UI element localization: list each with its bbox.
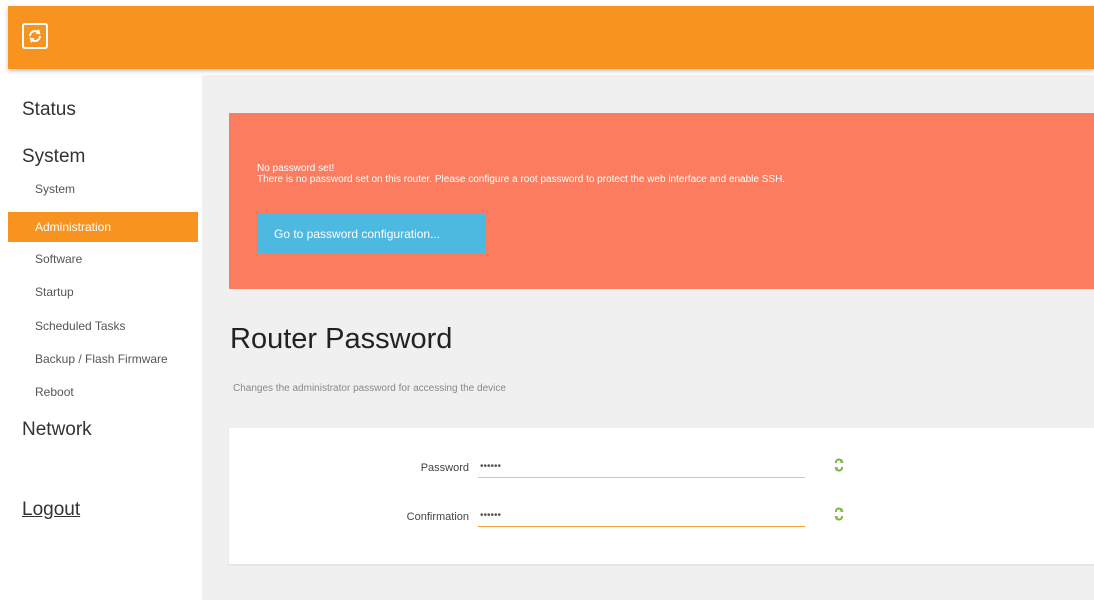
reveal-confirmation-icon[interactable] <box>834 507 844 521</box>
nav-section-system[interactable]: System <box>22 146 85 168</box>
go-to-password-configuration-button[interactable]: Go to password configuration... <box>257 214 486 254</box>
nav-section-network[interactable]: Network <box>22 419 92 441</box>
page-title: Router Password <box>230 323 453 355</box>
alert-title: No password set! <box>257 163 335 174</box>
nav-item-administration[interactable]: Administration <box>8 212 198 242</box>
password-input[interactable] <box>478 455 805 478</box>
nav-item-backup-flash-firmware[interactable]: Backup / Flash Firmware <box>35 352 168 366</box>
main-content: No password set! There is no password se… <box>202 75 1094 600</box>
sidebar: Status System System Administration Soft… <box>8 75 198 600</box>
header-bar <box>8 6 1094 69</box>
password-label: Password <box>420 462 469 474</box>
logout-link[interactable]: Logout <box>22 499 80 521</box>
nav-item-scheduled-tasks[interactable]: Scheduled Tasks <box>35 319 126 333</box>
nav-item-startup[interactable]: Startup <box>35 285 74 299</box>
no-password-alert: No password set! There is no password se… <box>229 113 1094 289</box>
nav-section-status[interactable]: Status <box>22 99 76 121</box>
confirmation-label: Confirmation <box>406 511 469 523</box>
nav-item-software[interactable]: Software <box>35 252 82 266</box>
nav-item-system[interactable]: System <box>35 182 75 196</box>
reveal-password-icon[interactable] <box>834 458 844 472</box>
nav-item-reboot[interactable]: Reboot <box>35 385 74 399</box>
alert-message: There is no password set on this router.… <box>257 174 786 185</box>
page-description: Changes the administrator password for a… <box>233 383 506 394</box>
password-form: Password Confirmation <box>229 428 1094 564</box>
confirmation-input[interactable] <box>478 504 805 527</box>
openwrt-logo-icon[interactable] <box>22 23 48 49</box>
